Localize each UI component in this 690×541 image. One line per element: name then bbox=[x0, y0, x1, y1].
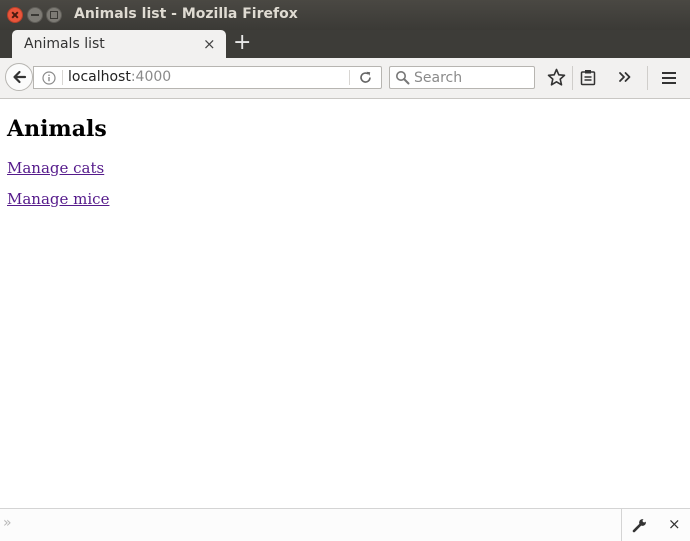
back-button[interactable] bbox=[5, 63, 33, 91]
dev-command-input[interactable]: » bbox=[3, 515, 12, 531]
url-port: :4000 bbox=[130, 69, 172, 85]
window-close-button[interactable] bbox=[7, 7, 23, 23]
search-bar[interactable] bbox=[389, 66, 535, 89]
search-input[interactable] bbox=[414, 68, 529, 87]
tab-label: Animals list bbox=[24, 36, 105, 52]
url-separator bbox=[62, 70, 63, 85]
manage-mice-link[interactable]: Manage mice bbox=[7, 190, 109, 208]
window-title: Animals list - Mozilla Firefox bbox=[74, 6, 298, 22]
manage-cats-link[interactable]: Manage cats bbox=[7, 159, 104, 177]
info-icon[interactable] bbox=[42, 71, 56, 85]
tab-animals-list[interactable]: Animals list × bbox=[12, 30, 226, 58]
devbar-close-icon[interactable]: × bbox=[668, 515, 681, 533]
url-text[interactable]: localhost:4000 bbox=[68, 69, 171, 85]
window-maximize-button[interactable] bbox=[46, 7, 62, 23]
hamburger-menu-icon[interactable] bbox=[661, 71, 677, 85]
reload-separator bbox=[349, 70, 350, 85]
back-arrow-icon bbox=[13, 70, 27, 84]
tab-strip: Animals list × + bbox=[0, 30, 690, 58]
window-minimize-button[interactable] bbox=[27, 7, 43, 23]
url-host: localhost bbox=[68, 69, 131, 85]
reload-icon[interactable] bbox=[358, 70, 373, 85]
wrench-icon[interactable] bbox=[632, 517, 648, 533]
page-title: Animals bbox=[7, 116, 107, 142]
new-tab-button[interactable]: + bbox=[233, 31, 251, 55]
devbar-separator bbox=[621, 509, 622, 541]
tab-close-icon[interactable]: × bbox=[203, 35, 216, 53]
reading-list-icon[interactable] bbox=[580, 69, 596, 86]
toolbar-separator bbox=[572, 66, 573, 90]
url-bar[interactable]: localhost:4000 bbox=[33, 66, 382, 89]
overflow-chevron-icon[interactable] bbox=[618, 71, 632, 83]
bookmark-star-icon[interactable] bbox=[547, 68, 566, 87]
nav-bar: localhost:4000 bbox=[0, 58, 690, 99]
title-bar: Animals list - Mozilla Firefox bbox=[0, 0, 690, 30]
toolbar-separator bbox=[647, 66, 648, 90]
developer-toolbar: » × bbox=[0, 508, 690, 541]
search-icon bbox=[396, 71, 410, 85]
page-content: Animals Manage cats Manage mice bbox=[0, 99, 690, 508]
